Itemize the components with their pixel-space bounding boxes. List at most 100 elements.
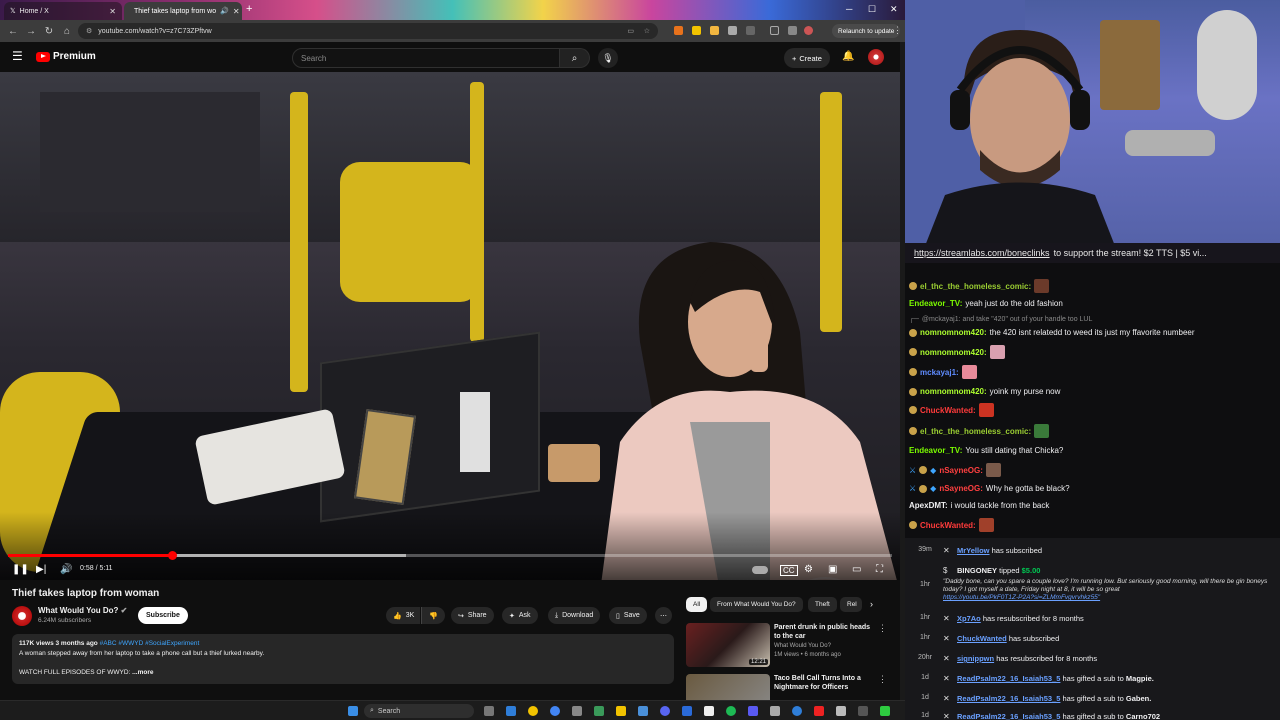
chat-username[interactable]: nomnomnom420:: [920, 348, 987, 357]
address-bar[interactable]: ⚙ youtube.com/watch?v=z7C73ZPftvw ▭ ☆: [78, 23, 658, 39]
site-info-icon[interactable]: ⚙: [86, 27, 92, 35]
hashtags[interactable]: #ABC #WWYD #SocialExperiment: [100, 640, 200, 647]
sidebar-icon[interactable]: [770, 26, 779, 35]
app-icon[interactable]: [792, 706, 802, 716]
event-user[interactable]: signippwn: [957, 654, 994, 663]
install-icon[interactable]: ▭: [627, 27, 634, 35]
notifications-bell-icon[interactable]: 🔔: [842, 51, 854, 62]
recommendation-item[interactable]: 12:21 Parent drunk in public heads to th…: [686, 623, 882, 667]
theater-mode-icon[interactable]: ▭: [852, 564, 861, 575]
profile-avatar-icon[interactable]: [804, 26, 813, 35]
progress-bar[interactable]: [8, 551, 892, 560]
forward-icon[interactable]: →: [26, 26, 36, 37]
discord-icon[interactable]: [660, 706, 670, 716]
app-icon[interactable]: [836, 706, 846, 716]
app-icon[interactable]: [506, 706, 516, 716]
download-button[interactable]: ⤓ Download: [548, 607, 601, 624]
extension-icon[interactable]: [692, 26, 701, 35]
dislike-button[interactable]: 👎: [421, 607, 445, 624]
extension-icon[interactable]: [674, 26, 683, 35]
share-button[interactable]: ↪ Share: [451, 607, 494, 624]
chrome-icon[interactable]: [528, 706, 538, 716]
menu-kebab-icon[interactable]: ⋮: [893, 25, 902, 36]
create-button[interactable]: + Create: [784, 48, 830, 68]
relaunch-button[interactable]: Relaunch to update: [832, 24, 901, 38]
spotify-icon[interactable]: [726, 706, 736, 716]
close-window-button[interactable]: ✕: [890, 4, 898, 15]
recommendation-item[interactable]: Taco Bell Call Turns Into a Nightmare fo…: [686, 674, 882, 700]
app-icon[interactable]: [704, 706, 714, 716]
hamburger-menu-icon[interactable]: ☰: [12, 49, 23, 63]
extension-icon[interactable]: [710, 26, 719, 35]
chip-from-channel[interactable]: From What Would You Do?: [710, 597, 803, 612]
minimize-button[interactable]: ─: [846, 4, 852, 14]
fullscreen-icon[interactable]: ⛶: [876, 564, 883, 575]
close-tab-icon[interactable]: ✕: [109, 7, 116, 16]
recommendation-menu-icon[interactable]: ⋮: [878, 623, 887, 634]
extension-icon[interactable]: [728, 26, 737, 35]
recommendation-thumbnail[interactable]: 12:21: [686, 623, 770, 667]
description-box[interactable]: 117K views 3 months ago #ABC #WWYD #Soci…: [12, 634, 674, 684]
more-actions-button[interactable]: ⋯: [655, 607, 672, 624]
channel-avatar[interactable]: [12, 606, 32, 626]
app-icon[interactable]: [594, 706, 604, 716]
event-user[interactable]: ReadPsalm22_16_Isaiah53_5: [957, 712, 1060, 720]
task-view-icon[interactable]: [484, 706, 494, 716]
tab-youtube-video[interactable]: Thief takes laptop from wo 🔊 ✕: [124, 2, 242, 20]
next-icon[interactable]: ▶|: [36, 564, 46, 575]
search-input[interactable]: Search: [292, 48, 560, 68]
speaker-icon[interactable]: 🔊: [220, 7, 229, 15]
chrome-icon[interactable]: [550, 706, 560, 716]
volume-icon[interactable]: 🔊: [60, 564, 72, 575]
streamlabs-link[interactable]: https://streamlabs.com/boneclinks: [914, 248, 1050, 258]
bookmark-star-icon[interactable]: ☆: [644, 27, 650, 35]
miniplayer-icon[interactable]: ▣: [828, 564, 837, 575]
video-player[interactable]: abc ❚❚ ▶| 🔊 0:58 / 5:11 CC ⚙ ▣ ▭ ⛶: [0, 72, 900, 580]
chip-related[interactable]: Rel: [840, 597, 862, 612]
chat-username[interactable]: Endeavor_TV:: [909, 446, 962, 455]
app-icon[interactable]: [814, 706, 824, 716]
chat-username[interactable]: ApexDMT:: [909, 501, 948, 510]
close-tab-icon[interactable]: ✕: [233, 7, 240, 16]
tab-x-home[interactable]: 𝕏 Home / X ✕: [4, 2, 122, 20]
subscribe-button[interactable]: Subscribe: [138, 607, 188, 624]
settings-gear-icon[interactable]: ⚙: [804, 564, 813, 575]
chat-username[interactable]: ChuckWanted:: [920, 521, 976, 530]
chat-username[interactable]: el_thc_the_homeless_comic:: [920, 282, 1031, 291]
chevron-right-icon[interactable]: ›: [870, 599, 873, 609]
recommendation-title[interactable]: Parent drunk in public heads to the car: [774, 623, 876, 641]
back-icon[interactable]: ←: [8, 26, 18, 37]
like-button[interactable]: 👍 3K: [386, 607, 421, 624]
folder-icon[interactable]: [616, 706, 626, 716]
channel-name[interactable]: What Would You Do? ✔: [38, 606, 127, 615]
event-user[interactable]: MrYellow: [957, 546, 990, 555]
reload-icon[interactable]: ↻: [44, 26, 54, 37]
chat-username[interactable]: nSayneOG:: [939, 466, 983, 475]
chat-username[interactable]: nomnomnom420:: [920, 387, 987, 396]
chat-username[interactable]: el_thc_the_homeless_comic:: [920, 427, 1031, 436]
tip-link[interactable]: https://youtu.be/PkF0T1Z-P2A?si=ZLMmFvgv…: [943, 594, 1100, 601]
windows-start-icon[interactable]: [348, 706, 358, 716]
chat-username[interactable]: mckayaj1:: [920, 368, 959, 377]
chip-theft[interactable]: Theft: [808, 597, 837, 612]
chat-username[interactable]: Endeavor_TV:: [909, 299, 962, 308]
extensions-puzzle-icon[interactable]: [746, 26, 755, 35]
recommendation-menu-icon[interactable]: ⋮: [878, 674, 887, 685]
ask-button[interactable]: ✦ Ask: [502, 607, 538, 624]
event-user[interactable]: BINGONEY: [957, 566, 997, 575]
event-user[interactable]: Xp7Ao: [957, 614, 981, 623]
recommendation-title[interactable]: Taco Bell Call Turns Into a Nightmare fo…: [774, 674, 876, 692]
event-user[interactable]: ReadPsalm22_16_Isaiah53_5: [957, 694, 1060, 703]
app-icon[interactable]: [682, 706, 692, 716]
search-button[interactable]: ⌕: [560, 48, 590, 68]
chat-username[interactable]: nSayneOG:: [939, 484, 983, 493]
maximize-button[interactable]: ☐: [868, 4, 876, 15]
home-icon[interactable]: ⌂: [62, 26, 72, 37]
captions-icon[interactable]: CC: [780, 565, 798, 576]
app-icon[interactable]: [858, 706, 868, 716]
taskbar-search[interactable]: ⌕ Search: [364, 704, 474, 718]
app-icon[interactable]: [638, 706, 648, 716]
chat-username[interactable]: nomnomnom420:: [920, 328, 987, 337]
download-icon[interactable]: [788, 26, 797, 35]
youtube-logo[interactable]: Premium: [36, 51, 96, 62]
